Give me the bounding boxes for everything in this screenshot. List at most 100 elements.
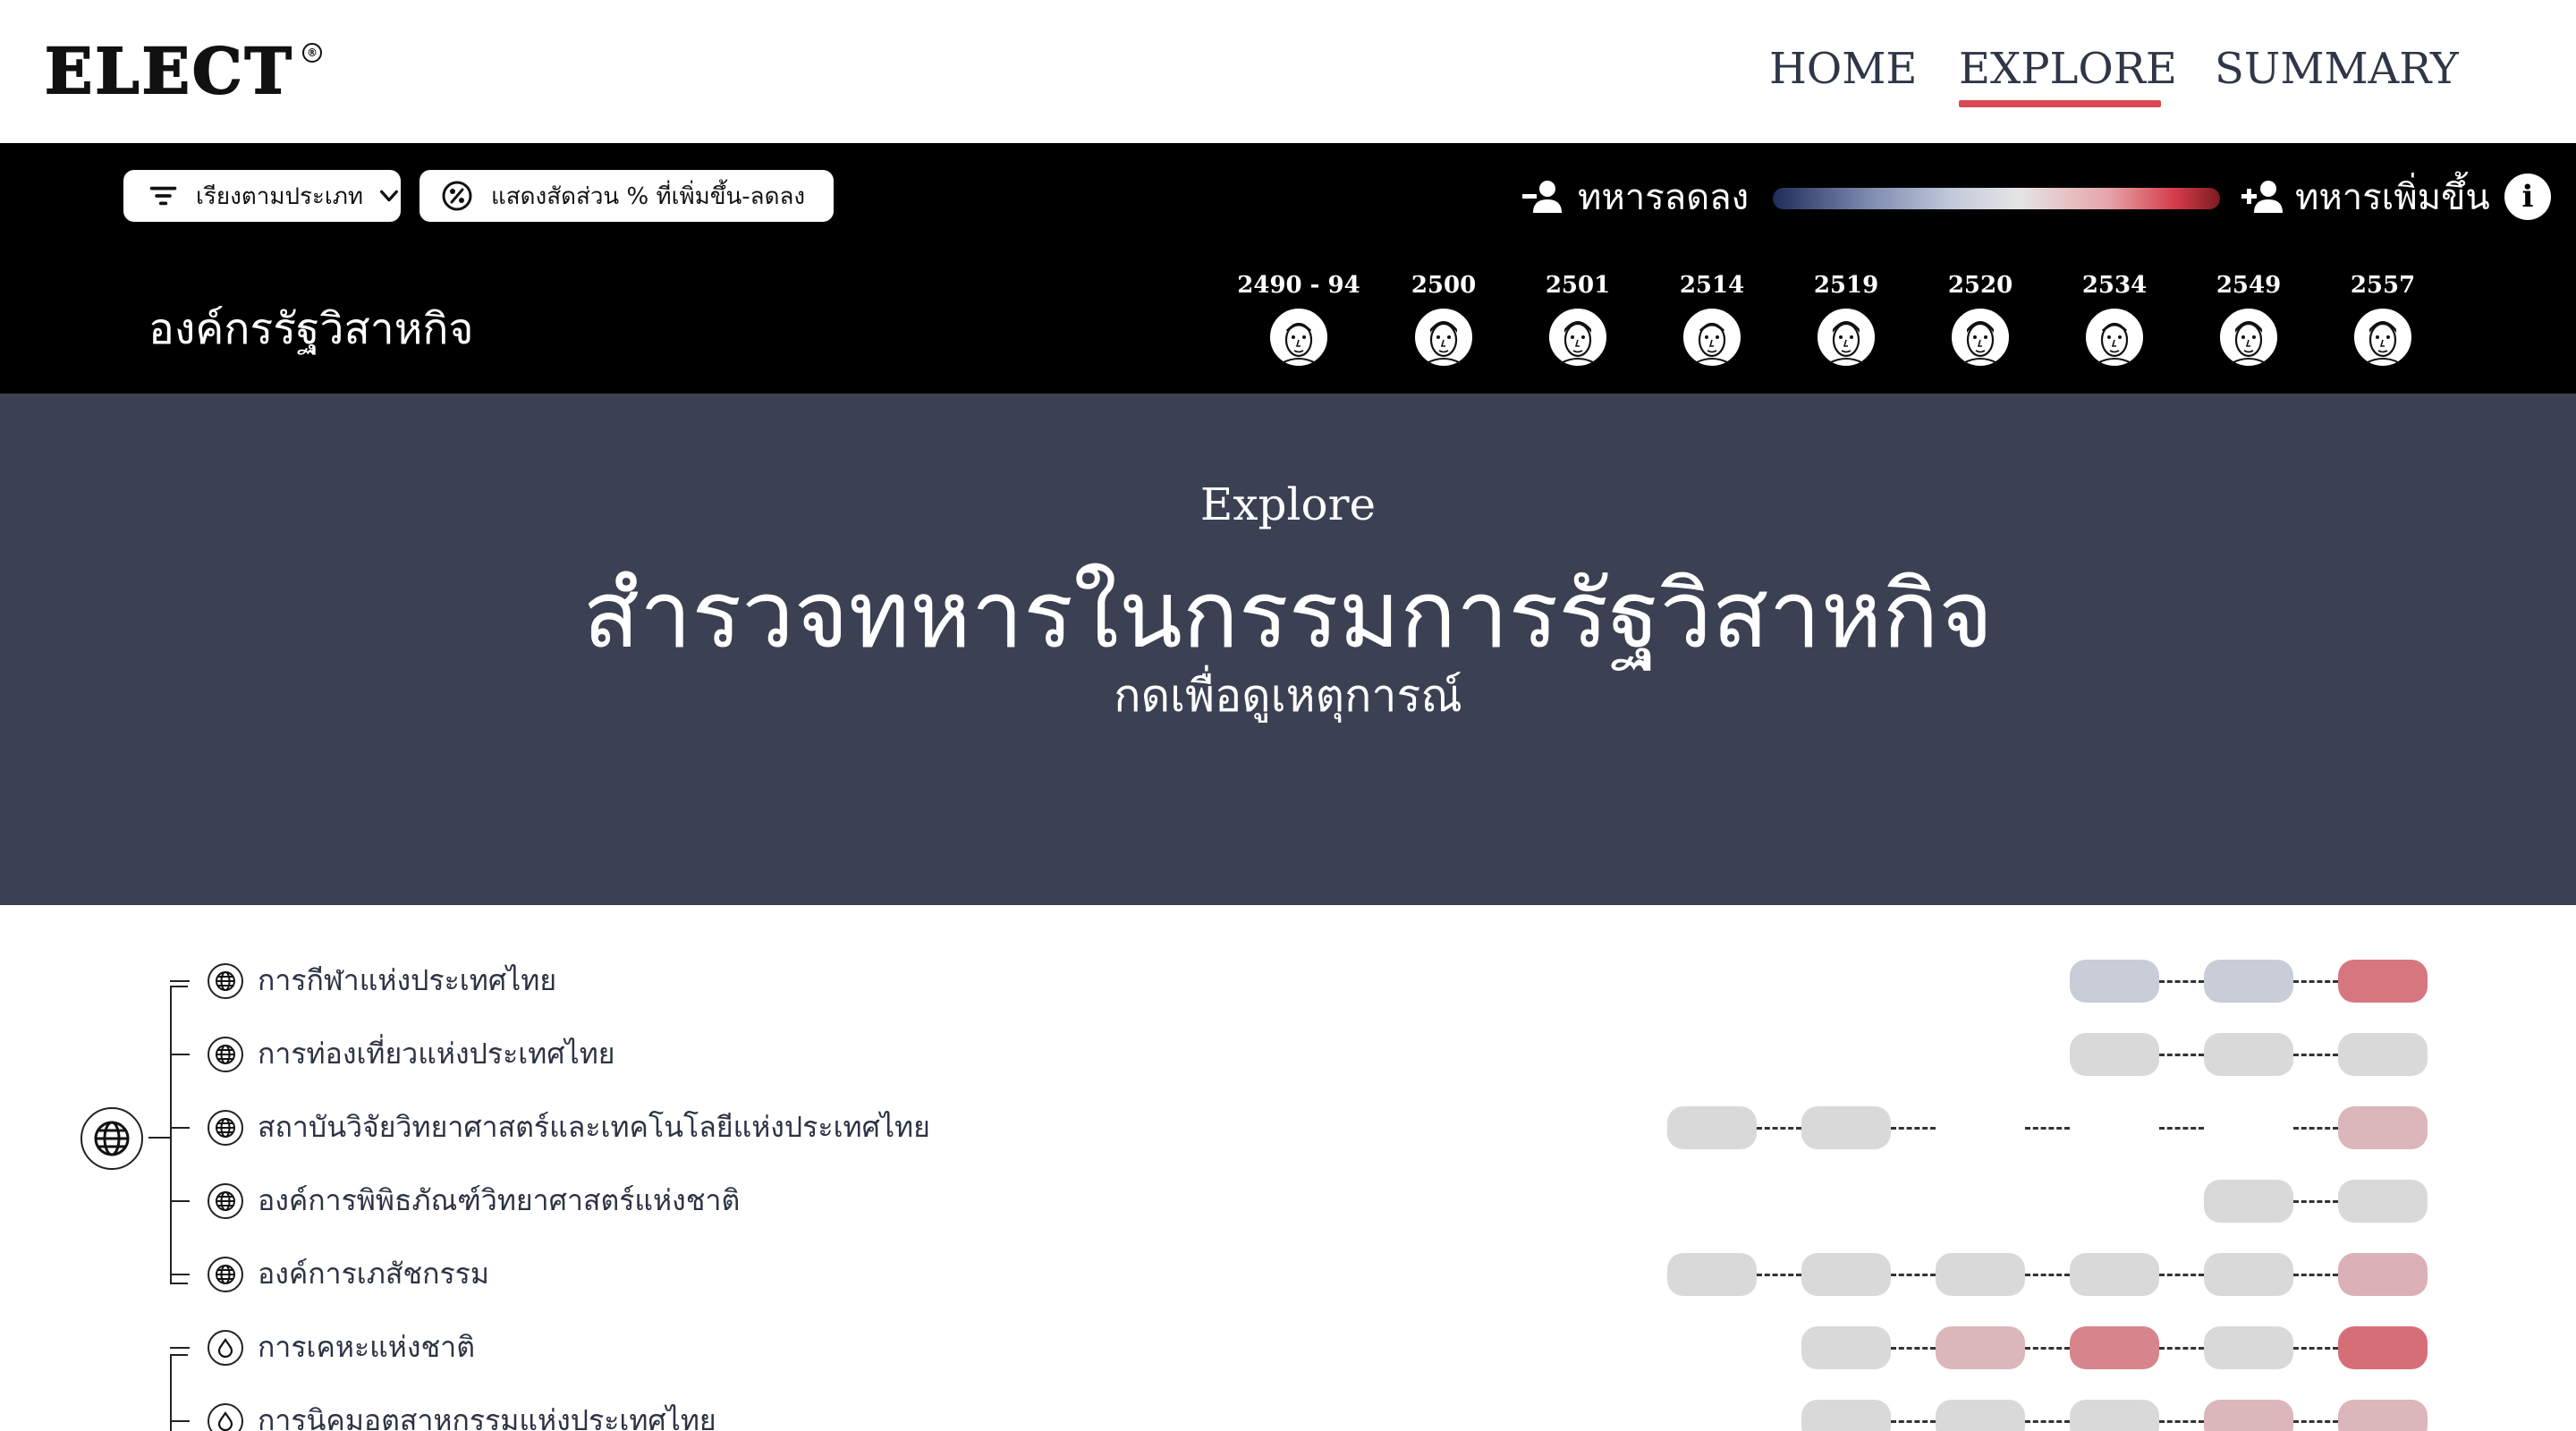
year-cell[interactable] — [2204, 1326, 2293, 1369]
legend-gradient-bar — [1773, 188, 2220, 209]
group-bracket — [170, 986, 188, 1284]
category-globe-icon[interactable] — [80, 1107, 143, 1170]
row-connector — [170, 1200, 190, 1202]
timeline-connector — [1891, 1127, 1936, 1130]
hero-subtitle[interactable]: กดเพื่อดูเหตุการณ์ — [0, 662, 2576, 730]
leader-face-icon — [1682, 307, 1742, 368]
sort-dropdown[interactable]: เรียงตามประเภท — [123, 170, 401, 222]
year-cell[interactable] — [1801, 1106, 1891, 1149]
year-cell[interactable] — [1801, 1326, 1891, 1369]
globe-icon — [216, 1265, 235, 1284]
control-band: เรียงตามประเภท แสดงสัดส่วน % ที่เพิ่มขึ้… — [0, 143, 2576, 394]
year-label: 2500 — [1411, 272, 1477, 299]
org-category-icon — [208, 963, 243, 999]
year-cell[interactable] — [1936, 1106, 2025, 1149]
org-name[interactable]: องค์การเภสัชกรรม — [258, 1252, 489, 1295]
year-cell[interactable] — [2338, 960, 2428, 1003]
registered-mark: ® — [302, 43, 322, 63]
year-cell[interactable] — [2338, 1180, 2428, 1223]
group-connector — [148, 1137, 170, 1139]
year-cell[interactable] — [2338, 1400, 2428, 1431]
org-name[interactable]: การท่องเที่ยวแห่งประเทศไทย — [258, 1032, 615, 1075]
year-cell[interactable] — [1936, 1400, 2025, 1431]
person-remove-icon — [1522, 181, 1562, 213]
year-cell[interactable] — [2338, 1253, 2428, 1296]
year-label: 2490 - 94 — [1237, 272, 1360, 299]
year-cell[interactable] — [2338, 1106, 2428, 1149]
year-cell[interactable] — [1801, 1253, 1891, 1296]
year-cell[interactable] — [2070, 1253, 2159, 1296]
logo[interactable]: ELECT — [44, 33, 294, 109]
nav-explore[interactable]: EXPLORE — [1959, 39, 2177, 98]
timeline-connector — [2293, 1274, 2338, 1276]
year-column[interactable]: 2549 — [2177, 268, 2320, 368]
year-cell[interactable] — [2338, 1326, 2428, 1369]
year-cell[interactable] — [2204, 960, 2293, 1003]
year-label: 2549 — [2216, 272, 2282, 299]
year-cell[interactable] — [1936, 1253, 2025, 1296]
year-column[interactable]: 2500 — [1372, 268, 1515, 368]
year-cell[interactable] — [2204, 1033, 2293, 1076]
row-connector — [170, 980, 190, 982]
year-cell[interactable] — [2204, 1180, 2293, 1223]
org-name[interactable]: การกีฬาแห่งประเทศไทย — [258, 959, 556, 1002]
year-cell[interactable] — [1936, 1326, 2025, 1369]
year-column[interactable]: 2519 — [1775, 268, 1918, 368]
leader-face-icon — [1268, 307, 1329, 368]
org-category-icon — [208, 1257, 243, 1292]
leader-face-icon — [1816, 307, 1877, 368]
year-label: 2501 — [1545, 272, 1611, 299]
org-category-icon — [208, 1330, 243, 1366]
year-cell[interactable] — [1667, 1106, 1757, 1149]
timeline-connector — [2025, 1274, 2070, 1276]
timeline-connector — [2159, 1347, 2204, 1350]
row-connector — [170, 1420, 190, 1422]
section-title: องค์กรรัฐวิสาหกิจ — [148, 304, 474, 354]
percent-toggle[interactable]: แสดงสัดส่วน % ที่เพิ่มขึ้น-ลดลง — [419, 170, 834, 222]
person-add-icon — [2241, 181, 2283, 213]
year-column[interactable]: 2520 — [1909, 268, 2052, 368]
globe-icon — [216, 1118, 235, 1138]
timeline-connector — [2025, 1347, 2070, 1350]
nav-home[interactable]: HOME — [1769, 39, 1917, 98]
year-cell[interactable] — [1667, 1253, 1757, 1296]
timeline-connector — [2025, 1127, 2070, 1130]
org-category-icon — [208, 1110, 243, 1146]
year-cell[interactable] — [2070, 1033, 2159, 1076]
info-button[interactable]: i — [2504, 174, 2551, 220]
timeline-connector — [1891, 1347, 1936, 1350]
timeline-connector — [1757, 1274, 1801, 1276]
year-column[interactable]: 2514 — [1640, 268, 1784, 368]
year-cell[interactable] — [2070, 1106, 2159, 1149]
year-cell[interactable] — [2070, 1326, 2159, 1369]
year-cell[interactable] — [2070, 960, 2159, 1003]
year-label: 2520 — [1947, 272, 2013, 299]
org-name[interactable]: องค์การพิพิธภัณฑ์วิทยาศาสตร์แห่งชาติ — [258, 1179, 740, 1222]
timeline-connector — [2293, 980, 2338, 983]
year-cell[interactable] — [2070, 1400, 2159, 1431]
row-connector — [170, 1127, 190, 1129]
year-cell[interactable] — [2338, 1033, 2428, 1076]
org-name[interactable]: การนิคมอุตสาหกรรมแห่งประเทศไทย — [258, 1399, 716, 1431]
timeline-connector — [1891, 1274, 1936, 1276]
nav-summary[interactable]: SUMMARY — [2215, 39, 2459, 98]
year-cell[interactable] — [1801, 1400, 1891, 1431]
year-cell[interactable] — [2204, 1400, 2293, 1431]
org-category-icon — [208, 1183, 243, 1219]
year-cell[interactable] — [2204, 1106, 2293, 1149]
leader-face-icon — [1950, 307, 2011, 368]
year-column[interactable]: 2490 - 94 — [1227, 268, 1370, 368]
timeline-connector — [2293, 1200, 2338, 1203]
leader-face-icon — [2084, 307, 2145, 368]
year-column[interactable]: 2501 — [1506, 268, 1649, 368]
org-name[interactable]: สถาบันวิจัยวิทยาศาสตร์และเทคโนโลยีแห่งปร… — [258, 1105, 930, 1148]
chevron-down-icon — [380, 190, 398, 202]
org-name[interactable]: การเคหะแห่งชาติ — [258, 1325, 475, 1368]
timeline-connector — [2159, 1420, 2204, 1423]
year-column[interactable]: 2534 — [2043, 268, 2186, 368]
year-column[interactable]: 2557 — [2311, 268, 2454, 368]
year-cell[interactable] — [2204, 1253, 2293, 1296]
filter-icon — [149, 186, 177, 206]
top-header: ELECT ® HOME EXPLORE SUMMARY — [0, 0, 2576, 143]
org-category-icon — [208, 1037, 243, 1072]
